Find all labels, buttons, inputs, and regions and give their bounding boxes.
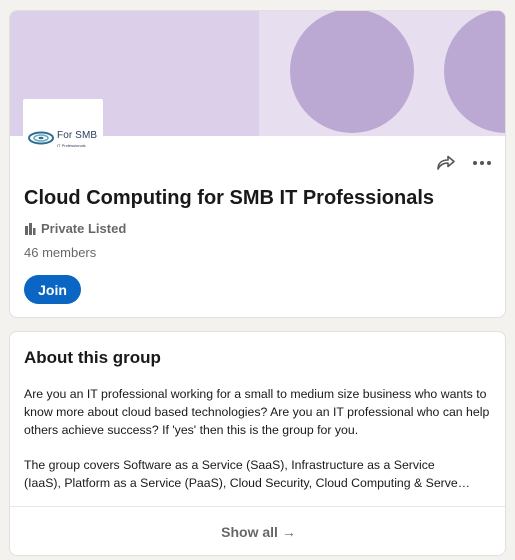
about-description-truncated: The group covers Software as a Service (… bbox=[24, 456, 494, 492]
about-description: Are you an IT professional working for a… bbox=[24, 387, 490, 437]
group-logo: For SMB IT Professionals bbox=[23, 99, 103, 159]
logo-swirl-icon bbox=[28, 131, 54, 145]
about-group-card: About this group Are you an IT professio… bbox=[9, 331, 506, 556]
more-dots-icon bbox=[473, 161, 491, 165]
banner-circle bbox=[290, 11, 414, 133]
show-all-button[interactable]: Show all → bbox=[10, 507, 505, 555]
member-count: 46 members bbox=[24, 245, 97, 260]
privacy-status: Private Listed bbox=[24, 221, 126, 236]
share-button[interactable] bbox=[434, 151, 458, 175]
privacy-label: Private Listed bbox=[41, 221, 127, 236]
logo-text: For SMB bbox=[57, 130, 98, 141]
logo-subtext: IT Professionals bbox=[57, 143, 86, 148]
about-line: The group covers Software as a Service (… bbox=[24, 458, 435, 472]
group-title: Cloud Computing for SMB IT Professionals bbox=[24, 187, 434, 209]
building-icon bbox=[25, 222, 36, 235]
about-heading: About this group bbox=[24, 348, 161, 367]
group-header-card: For SMB IT Professionals Cloud Computing… bbox=[9, 10, 506, 318]
about-line: (IaaS), Platform as a Service (PaaS), Cl… bbox=[24, 476, 471, 490]
share-arrow-icon bbox=[437, 155, 455, 170]
more-options-button[interactable] bbox=[470, 151, 494, 175]
join-button[interactable]: Join bbox=[24, 275, 81, 304]
